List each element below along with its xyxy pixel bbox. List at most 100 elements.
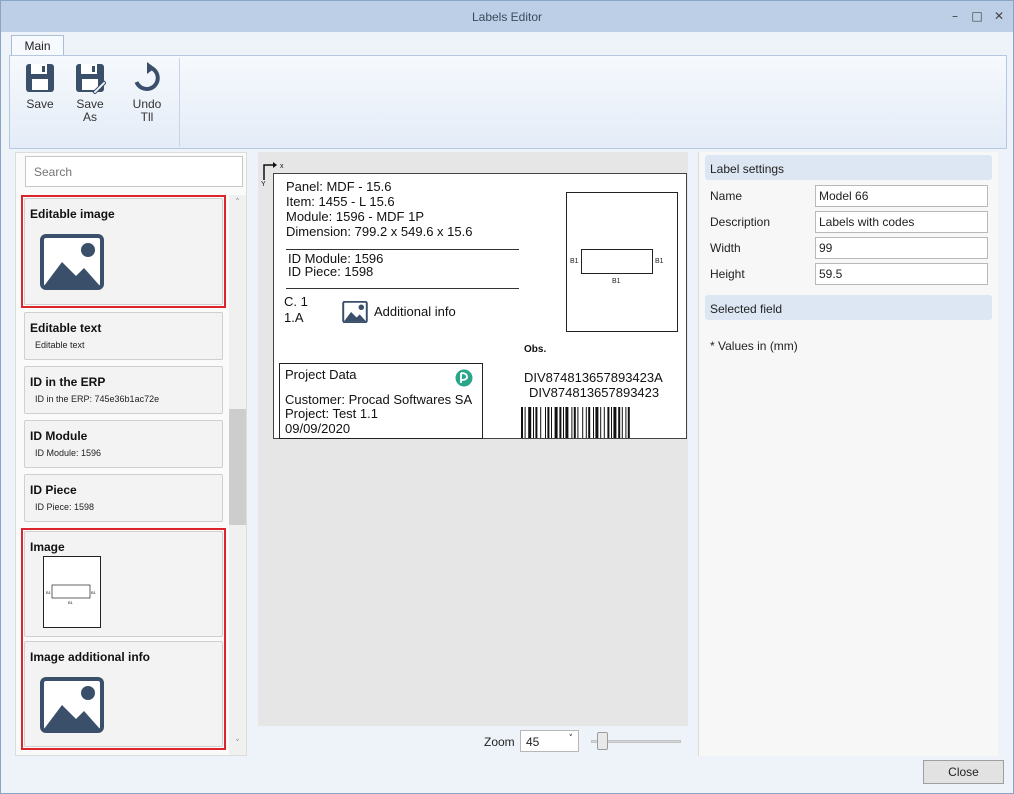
- barcode-bar: [607, 407, 610, 438]
- zoom-label: Zoom: [484, 735, 515, 749]
- floppy-disk-icon: [26, 64, 54, 92]
- c-line2-text[interactable]: 1.A: [284, 311, 304, 325]
- barcode-bar: [613, 407, 617, 438]
- field-card-id-piece[interactable]: ID Piece ID Piece: 1598: [24, 474, 223, 522]
- fields-scrollbar[interactable]: ˄ ˅: [229, 195, 246, 755]
- barcode-bar: [573, 407, 576, 438]
- zoom-slider-thumb[interactable]: [597, 732, 608, 750]
- panel-text[interactable]: Panel: MDF - 15.6: [286, 180, 392, 194]
- close-button[interactable]: Close: [923, 760, 1004, 784]
- barcode-bar: [521, 407, 523, 438]
- scroll-thumb[interactable]: [229, 409, 246, 525]
- project-data-title: Project Data: [285, 367, 357, 382]
- project-data-box[interactable]: Project Data Customer: Procad Softwares …: [279, 363, 483, 439]
- barcode-bar: [535, 407, 538, 438]
- barcode-bar: [600, 407, 602, 438]
- highlight-frame-editable-image: [21, 195, 226, 308]
- width-field[interactable]: [815, 237, 988, 259]
- label-settings-header: Label settings: [705, 155, 992, 180]
- barcode-bar: [577, 407, 579, 438]
- barcode-bar: [588, 407, 591, 438]
- width-label: Width: [710, 241, 741, 255]
- window-title: Labels Editor: [471, 10, 543, 24]
- customer-text: Customer: Procad Softwares SA: [285, 392, 473, 407]
- field-card-title: ID Module: [30, 429, 88, 443]
- undo-button[interactable]: Undo Tll: [127, 62, 167, 124]
- settings-panel: Label settings Name Description Width He…: [698, 152, 998, 756]
- field-card-title: Editable text: [30, 321, 102, 335]
- maximize-icon[interactable]: □: [970, 9, 984, 23]
- label-canvas[interactable]: Panel: MDF - 15.6 Item: 1455 - L 15.6 Mo…: [273, 173, 687, 439]
- ribbon-group-separator: [179, 58, 180, 146]
- additional-info-image-icon[interactable]: [342, 301, 368, 323]
- axis-y-label: Y: [261, 181, 266, 186]
- search-input[interactable]: [25, 156, 243, 187]
- barcode-bar: [625, 407, 627, 438]
- description-field[interactable]: [815, 211, 988, 233]
- height-field[interactable]: [815, 263, 988, 285]
- highlight-frame-image-group: [21, 528, 226, 750]
- label-design-area[interactable]: x Y Panel: MDF - 15.6 Item: 1455 - L 15.…: [258, 152, 688, 726]
- fields-panel: Editable image Editable text Editable te…: [15, 152, 247, 756]
- save-as-button[interactable]: Save As: [70, 62, 110, 124]
- zoom-value: 45: [526, 735, 540, 749]
- edge-label-left: B1: [570, 258, 579, 265]
- axis-x-label: x: [280, 163, 284, 170]
- additional-info-text[interactable]: Additional info: [374, 305, 456, 319]
- barcode-bar: [585, 407, 587, 438]
- c-line1-text[interactable]: C. 1: [284, 295, 308, 309]
- height-label: Height: [710, 267, 745, 281]
- barcode[interactable]: [521, 407, 685, 438]
- barcode-bar: [545, 407, 546, 438]
- code-text-2[interactable]: DIV874813657893423: [529, 386, 659, 400]
- piece-shape: [581, 249, 653, 274]
- barcode-bar: [603, 407, 605, 438]
- barcode-bar: [618, 407, 621, 438]
- field-card-subtitle: ID in the ERP: 745e36b1ac72e: [35, 394, 160, 404]
- barcode-bar: [593, 407, 594, 438]
- scroll-down-icon[interactable]: ˅: [232, 739, 243, 750]
- close-window-icon[interactable]: ✕: [992, 9, 1006, 23]
- field-card-title: ID in the ERP: [30, 375, 106, 389]
- save-as-label-line2: As: [82, 110, 97, 124]
- item-text[interactable]: Item: 1455 - L 15.6: [286, 195, 395, 209]
- barcode-bar: [547, 407, 550, 438]
- obs-text[interactable]: Obs.: [524, 343, 546, 357]
- tab-main[interactable]: Main: [11, 35, 64, 56]
- field-card-subtitle: ID Piece: 1598: [35, 502, 95, 512]
- module-text[interactable]: Module: 1596 - MDF 1P: [286, 210, 424, 224]
- field-card-id-erp[interactable]: ID in the ERP ID in the ERP: 745e36b1ac7…: [24, 366, 223, 414]
- name-field[interactable]: [815, 185, 988, 207]
- zoom-select[interactable]: 45 ˅: [520, 730, 579, 752]
- code-text-1[interactable]: DIV874813657893423A: [524, 371, 663, 385]
- scroll-up-icon[interactable]: ˄: [232, 198, 243, 209]
- barcode-bar: [563, 407, 564, 438]
- barcode-bar: [571, 407, 573, 438]
- separator-line: [286, 288, 519, 289]
- barcode-bar: [627, 407, 630, 438]
- edge-label-bottom: B1: [612, 278, 621, 285]
- selected-field-header: Selected field: [705, 295, 992, 320]
- field-card-editable-text[interactable]: Editable text Editable text: [24, 312, 223, 360]
- units-note: * Values in (mm): [710, 339, 798, 353]
- barcode-bar: [565, 407, 569, 438]
- labels-editor-window: Labels Editor – □ ✕ Main Save Save As Un…: [0, 0, 1014, 794]
- chevron-down-icon: ˅: [568, 734, 574, 744]
- date-text: 09/09/2020: [285, 421, 351, 436]
- piece-drawing[interactable]: B1 B1 B1: [566, 192, 678, 332]
- barcode-bar: [559, 407, 562, 438]
- id-piece-text[interactable]: ID Piece: 1598: [288, 265, 373, 279]
- ribbon-toolbar: Save Save As Undo Tll: [9, 55, 1007, 149]
- field-card-subtitle: ID Module: 1596: [35, 448, 102, 458]
- barcode-bar: [621, 407, 623, 438]
- dimension-text[interactable]: Dimension: 799.2 x 549.6 x 15.6: [286, 225, 472, 239]
- barcode-bar: [582, 407, 584, 438]
- field-card-id-module[interactable]: ID Module ID Module: 1596: [24, 420, 223, 468]
- description-label: Description: [710, 215, 771, 229]
- title-bar: Labels Editor – □ ✕: [1, 1, 1013, 32]
- save-button[interactable]: Save: [20, 62, 60, 111]
- barcode-bar: [533, 407, 534, 438]
- barcode-bar: [540, 407, 542, 438]
- separator-line: [286, 249, 519, 250]
- minimize-icon[interactable]: –: [948, 9, 962, 23]
